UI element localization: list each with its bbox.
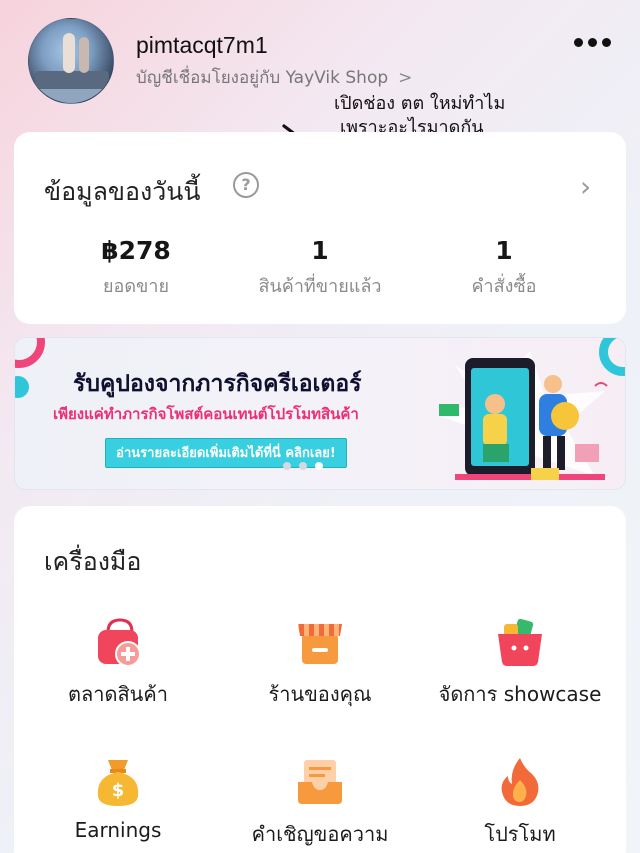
stat-value: 1: [311, 236, 329, 265]
tool-label: คำเชิญขอความ: [251, 822, 389, 846]
chevron-right-icon[interactable]: ›: [580, 170, 591, 203]
stat-label: สินค้าที่ขายแล้ว: [258, 276, 382, 297]
banner-title: รับคูปองจากภารกิจครีเอเตอร์: [73, 371, 362, 397]
username: pimtacqt7m1: [136, 32, 268, 58]
more-options-button[interactable]: [574, 30, 622, 54]
tool-earnings[interactable]: $ Earnings: [18, 756, 218, 842]
tool-invitations[interactable]: คำเชิญขอความ: [220, 756, 420, 850]
tool-label: Earnings: [74, 818, 162, 842]
tool-label: ตลาดสินค้า: [68, 682, 168, 706]
stat-value: 1: [495, 236, 513, 265]
money-bag-icon: $: [92, 756, 144, 808]
inbox-icon: [294, 756, 346, 808]
stat-label: ยอดขาย: [102, 276, 169, 297]
today-summary-card[interactable]: ข้อมูลของวันนี้ ? › ฿278 ยอดขาย 1 สินค้า…: [14, 132, 626, 324]
stat-value: ฿278: [101, 236, 171, 265]
stat-orders[interactable]: 1 คำสั่งซื้อ: [404, 236, 604, 300]
stat-items-sold[interactable]: 1 สินค้าที่ขายแล้ว: [220, 236, 420, 300]
annotation-line-1: เปิดช่อง ตต ใหม่ทำไม: [334, 93, 506, 114]
today-title: ข้อมูลของวันนี้: [44, 177, 201, 206]
carousel-dot[interactable]: [283, 462, 291, 470]
help-icon[interactable]: ?: [233, 172, 259, 198]
dot-icon: [588, 37, 597, 47]
carousel-dot[interactable]: [299, 462, 307, 470]
dot-icon: [574, 37, 583, 47]
fire-icon: [494, 756, 546, 808]
shopping-bag-plus-icon: [92, 616, 144, 668]
chevron-right-icon: >: [398, 68, 413, 88]
tool-marketplace[interactable]: ตลาดสินค้า: [18, 616, 218, 710]
storefront-icon: [294, 616, 346, 668]
creator-illustration: [439, 351, 608, 481]
avatar[interactable]: [28, 18, 114, 104]
svg-text:$: $: [112, 780, 125, 801]
tool-label: ร้านของคุณ: [268, 682, 372, 706]
tools-title: เครื่องมือ: [44, 547, 142, 576]
linked-shop-text: บัญชีเชื่อมโยงอยู่กับ YayVik Shop: [136, 68, 389, 88]
profile-header: pimtacqt7m1 บัญชีเชื่อมโยงอยู่กับ YayVik…: [0, 0, 640, 120]
tool-promote[interactable]: โปรโมท: [420, 756, 620, 850]
tools-card: เครื่องมือ ตลาดสินค้า ร้านของคุณ จัดการ …: [14, 506, 626, 853]
carousel-dot-active[interactable]: [315, 462, 323, 470]
tool-your-shop[interactable]: ร้านของคุณ: [220, 616, 420, 710]
tool-manage-showcase[interactable]: จัดการ showcase: [420, 616, 620, 710]
dot-icon: [602, 37, 611, 47]
promo-banner[interactable]: รับคูปองจากภารกิจครีเอเตอร์ เพียงแค่ทำภา…: [14, 337, 626, 490]
stat-label: คำสั่งซื้อ: [471, 276, 537, 297]
tool-label: โปรโมท: [484, 822, 556, 846]
linked-shop-link[interactable]: บัญชีเชื่อมโยงอยู่กับ YayVik Shop >: [136, 64, 412, 91]
banner-subtitle: เพียงแค่ทำภารกิจโพสต์คอนเทนต์โปรโมทสินค้…: [53, 405, 359, 423]
stat-sales[interactable]: ฿278 ยอดขาย: [36, 236, 236, 300]
tool-label: จัดการ showcase: [438, 682, 602, 706]
basket-icon: [494, 616, 546, 668]
carousel-indicator[interactable]: [283, 462, 323, 470]
